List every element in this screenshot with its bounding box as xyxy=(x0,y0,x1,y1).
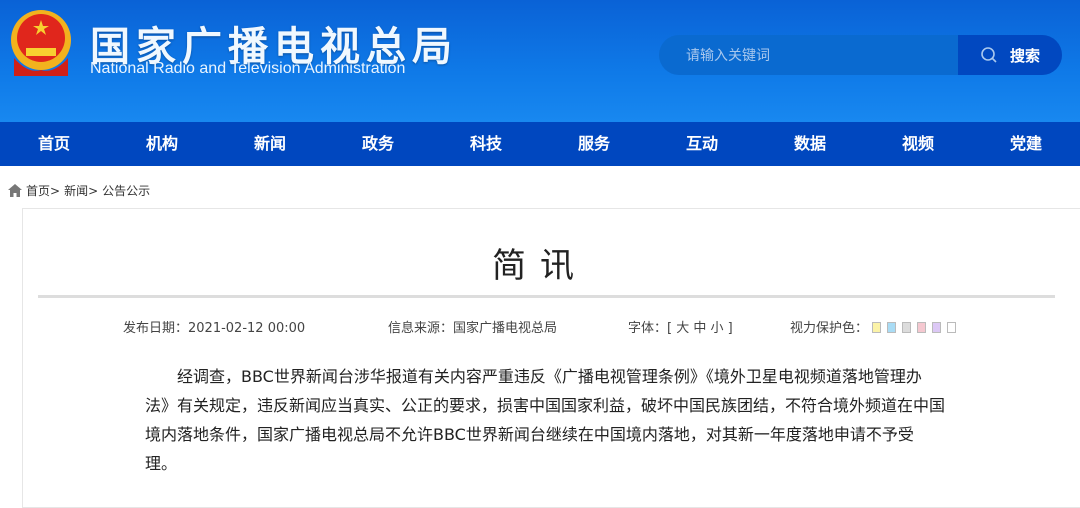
article-title: 简讯 xyxy=(492,246,588,286)
nav-item-interaction[interactable]: 互动 xyxy=(648,122,756,166)
color-swatch-gray[interactable] xyxy=(902,322,912,333)
national-emblem-icon xyxy=(11,10,71,76)
nav-item-video[interactable]: 视频 xyxy=(864,122,972,166)
nav-item-government[interactable]: 政务 xyxy=(324,122,432,166)
color-swatch-blue[interactable] xyxy=(887,322,897,333)
main-nav: 首页 机构 新闻 政务 科技 服务 互动 数据 视频 党建 xyxy=(0,122,1080,166)
eye-label: 视力保护色： xyxy=(790,321,869,336)
site-title-en: National Radio and Television Administra… xyxy=(90,60,406,77)
nav-item-data[interactable]: 数据 xyxy=(756,122,864,166)
search-bar: 搜索 xyxy=(659,35,1062,75)
breadcrumb-announcements[interactable]: 公告公示 xyxy=(102,182,150,199)
source-value: 国家广播电视总局 xyxy=(453,321,558,336)
color-swatch-purple[interactable] xyxy=(932,322,942,333)
nav-item-organization[interactable]: 机构 xyxy=(108,122,216,166)
search-input[interactable] xyxy=(659,35,959,75)
title-divider xyxy=(38,295,1055,298)
nav-item-services[interactable]: 服务 xyxy=(540,122,648,166)
nav-item-technology[interactable]: 科技 xyxy=(432,122,540,166)
eye-protection-colors: 视力保护色： xyxy=(790,317,962,336)
date-value: 2021-02-12 00:00 xyxy=(188,321,306,336)
color-swatch-yellow[interactable] xyxy=(872,322,882,333)
nav-item-party[interactable]: 党建 xyxy=(972,122,1080,166)
color-swatch-pink[interactable] xyxy=(917,322,927,333)
search-button-label: 搜索 xyxy=(1009,46,1040,65)
nav-item-news[interactable]: 新闻 xyxy=(216,122,324,166)
font-label: 字体： xyxy=(628,321,668,336)
article-body: 经调查，BBC世界新闻台涉华报道有关内容严重违反《广播电视管理条例》《境外卫星电… xyxy=(145,367,946,473)
search-icon xyxy=(981,47,997,63)
nav-item-home[interactable]: 首页 xyxy=(0,122,108,166)
font-size-control: 字体：[ 大 中 小 ] xyxy=(628,317,733,336)
breadcrumb-home[interactable]: 首页> xyxy=(26,182,60,199)
info-source: 信息来源：国家广播电视总局 xyxy=(388,317,557,336)
publish-date: 发布日期：2021-02-12 00:00 xyxy=(123,317,305,336)
home-icon xyxy=(8,184,22,197)
site-header: 国家广播电视总局 National Radio and Television A… xyxy=(0,0,1080,122)
color-swatch-white[interactable] xyxy=(947,322,957,333)
search-button[interactable]: 搜索 xyxy=(958,35,1062,75)
font-size-options[interactable]: [ 大 中 小 ] xyxy=(667,321,733,336)
date-label: 发布日期： xyxy=(123,321,189,336)
breadcrumb: 首页> 新闻> 公告公示 xyxy=(8,182,150,199)
breadcrumb-news[interactable]: 新闻> xyxy=(64,182,98,199)
source-label: 信息来源： xyxy=(388,321,454,336)
